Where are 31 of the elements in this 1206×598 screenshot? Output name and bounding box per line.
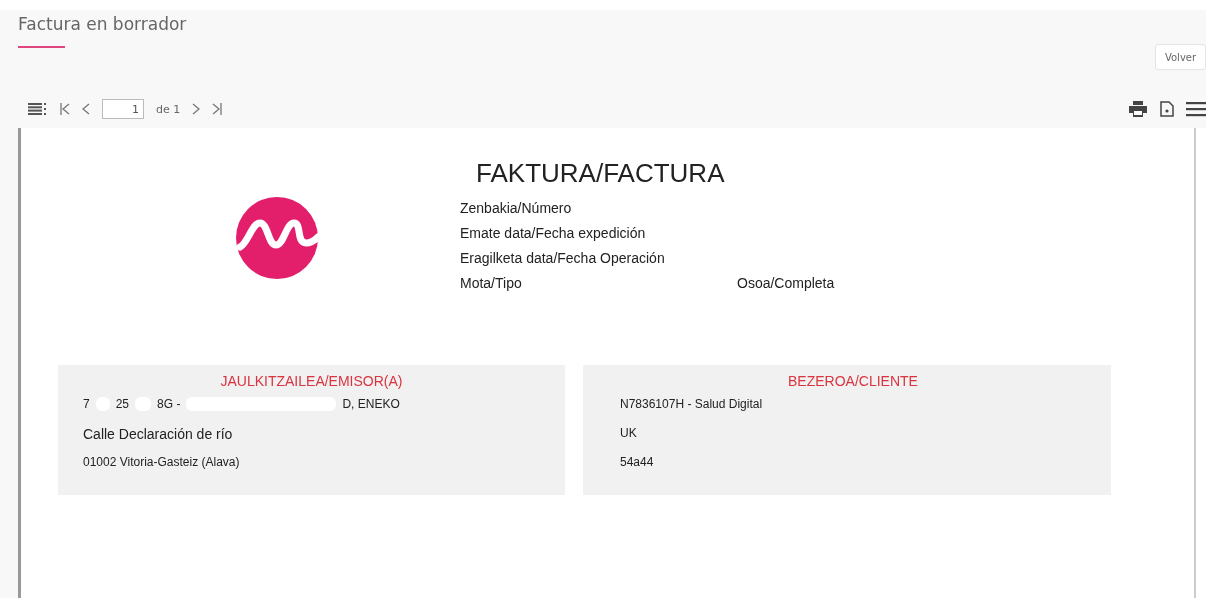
party-heading: BEZEROA/CLIENTE <box>787 373 919 389</box>
party-text: 01002 Vitoria-Gasteiz (Alava) <box>83 455 240 469</box>
party-text: UK <box>620 426 637 440</box>
page-title: Factura en borrador <box>18 14 187 34</box>
field-label: Emate data/Fecha expedición <box>460 225 647 241</box>
field-label: Eragilketa data/Fecha Operación <box>460 250 666 266</box>
next-page-icon[interactable] <box>192 103 201 115</box>
party-text: 8G - <box>157 397 181 411</box>
party-text: 25 <box>115 397 130 411</box>
field-value: Osoa/Completa <box>737 275 835 291</box>
logo-icon <box>234 195 320 281</box>
party-heading: JAULKITZAILEA/EMISOR(A) <box>219 373 404 389</box>
print-icon[interactable] <box>1128 101 1148 117</box>
previous-page-icon[interactable] <box>82 103 90 115</box>
menu-icon[interactable] <box>28 103 48 115</box>
invoice-title: FAKTURA/FACTURA <box>476 158 725 189</box>
party-text: 54a44 <box>620 455 654 469</box>
page-field[interactable]: 1 <box>102 99 144 119</box>
back-button[interactable]: Volver <box>1155 44 1206 70</box>
field-label: Zenbakia/Número <box>460 200 573 216</box>
party-text: D, ENEKO <box>342 397 400 411</box>
party-text: 7 <box>83 397 90 411</box>
party-text: N7836107H - Salud Digital <box>620 397 763 411</box>
title-underline <box>18 46 65 48</box>
menu-icon[interactable] <box>1186 101 1206 117</box>
page-count: de 1 <box>156 102 181 116</box>
first-page-icon[interactable] <box>60 103 70 115</box>
field-label: Mota/Tipo <box>460 275 523 291</box>
last-page-icon[interactable] <box>212 103 223 115</box>
file-icon[interactable] <box>1160 101 1174 117</box>
party-text: Calle Declaración de río <box>83 426 233 442</box>
